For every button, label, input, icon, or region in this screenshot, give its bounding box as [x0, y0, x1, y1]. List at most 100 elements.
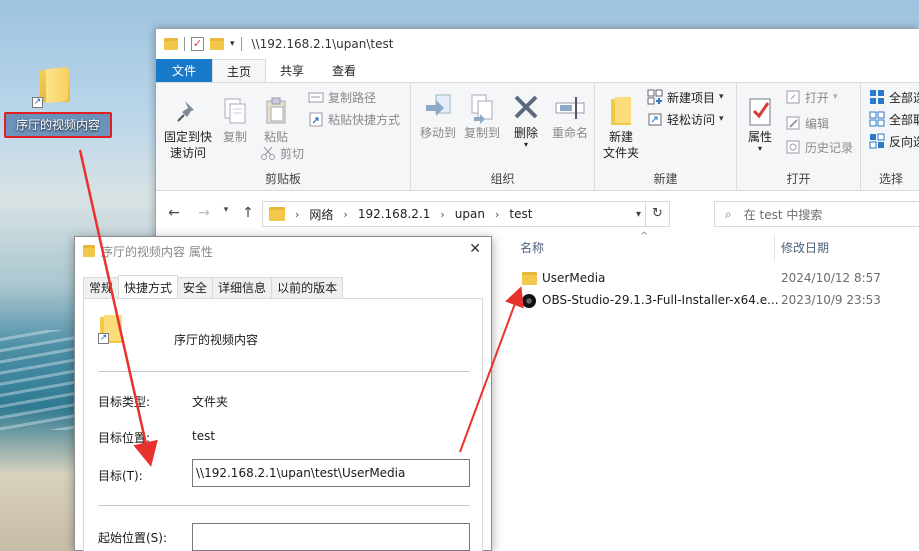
easy-access-icon	[647, 111, 663, 127]
chevron-right-icon: ›	[343, 207, 348, 221]
new-folder-quick-icon[interactable]	[210, 38, 224, 50]
invert-selection-icon	[869, 133, 885, 149]
divider	[98, 505, 470, 506]
breadcrumb-host[interactable]: 192.168.2.1	[358, 207, 431, 221]
title-bar: ✓ ▾ \\192.168.2.1\upan\test	[156, 29, 919, 59]
edit-button[interactable]: 编辑	[785, 113, 829, 133]
tab-share[interactable]: 共享	[266, 59, 318, 82]
folder-icon	[83, 245, 95, 257]
file-date: 2024/10/12 8:57	[781, 271, 881, 285]
quick-access-dropdown-icon[interactable]: ▾	[230, 39, 235, 49]
tab-security[interactable]: 安全	[177, 277, 214, 299]
pin-quick-access-button[interactable]: 固定到快 速访问	[162, 95, 214, 161]
target-location-label: 目标位置:	[98, 431, 151, 445]
open-label: 打开	[805, 90, 830, 105]
properties-icon	[744, 95, 776, 127]
delete-button[interactable]: 删除 ▾	[507, 91, 545, 149]
ribbon-tabs: 文件 主页 共享 查看	[156, 59, 919, 83]
new-folder-button[interactable]: 新建 文件夹	[599, 95, 643, 161]
open-icon	[785, 89, 801, 105]
move-to-button[interactable]: 移动到	[415, 91, 461, 141]
target-type-value: 文件夹	[192, 395, 229, 409]
desktop-shortcut[interactable]: ↗ 序厅的视频内容	[4, 64, 112, 140]
copy-path-button[interactable]: 复制路径	[308, 87, 376, 107]
tab-shortcut[interactable]: 快捷方式	[118, 275, 179, 299]
paste-shortcut-label: 粘贴快捷方式	[328, 112, 401, 127]
copy-path-icon	[308, 89, 324, 105]
chevron-right-icon: ›	[295, 207, 300, 221]
paste-shortcut-icon	[308, 111, 324, 127]
search-box[interactable]: ⌕ 在 test 中搜索	[714, 201, 919, 227]
recent-locations-icon[interactable]: ▾	[216, 205, 236, 215]
breadcrumb-test[interactable]: test	[509, 207, 532, 221]
divider	[98, 371, 470, 372]
up-arrow-icon[interactable]: ↑	[238, 205, 258, 221]
tab-file[interactable]: 文件	[156, 59, 213, 82]
file-row[interactable]: UserMedia 2024/10/12 8:57	[520, 269, 919, 289]
breadcrumb-network[interactable]: 网络	[309, 206, 333, 223]
dialog-title: 序厅的视频内容 属性	[101, 244, 213, 259]
folder-icon	[40, 66, 70, 104]
dialog-title-bar: 序厅的视频内容 属性	[75, 237, 491, 265]
file-name: OBS-Studio-29.1.3-Full-Installer-x64.e..…	[542, 293, 779, 307]
copy-to-button[interactable]: 复制到	[459, 91, 505, 141]
close-icon[interactable]: ✕	[469, 241, 481, 257]
target-field[interactable]	[192, 459, 470, 487]
select-group: 全部选 全部取 反向选 选择	[861, 83, 919, 191]
forward-arrow-icon[interactable]: →	[194, 205, 214, 221]
tab-previous-versions[interactable]: 以前的版本	[271, 277, 344, 299]
new-group: 新建 文件夹 新建项目 ▾ 轻松访问 ▾ 新建	[595, 83, 737, 191]
edit-label: 编辑	[805, 116, 830, 131]
tab-home[interactable]: 主页	[212, 59, 267, 82]
cut-button[interactable]: 剪切	[260, 143, 304, 163]
open-group: 属性 ▾ 打开 ▾ 编辑 历史记录 打开	[737, 83, 861, 191]
history-button[interactable]: 历史记录	[785, 137, 853, 157]
invert-selection-button[interactable]: 反向选	[869, 131, 919, 151]
folder-icon	[269, 207, 285, 221]
target-label: 目标(T):	[98, 469, 143, 483]
search-placeholder: 在 test 中搜索	[743, 207, 823, 222]
select-none-icon	[869, 111, 885, 127]
move-to-label: 移动到	[419, 126, 456, 140]
pin-icon	[172, 95, 204, 127]
paste-icon	[260, 95, 292, 127]
select-all-button[interactable]: 全部选	[869, 87, 919, 107]
history-label: 历史记录	[805, 140, 854, 155]
tab-details[interactable]: 详细信息	[212, 277, 273, 299]
properties-button[interactable]: 属性 ▾	[743, 95, 777, 153]
copy-to-label: 复制到	[463, 126, 500, 140]
new-item-button[interactable]: 新建项目 ▾	[647, 87, 724, 107]
easy-access-button[interactable]: 轻松访问 ▾	[647, 109, 724, 129]
refresh-icon[interactable]: ↻	[645, 202, 669, 226]
open-button[interactable]: 打开 ▾	[785, 87, 838, 107]
shortcut-arrow-icon: ↗	[32, 97, 43, 108]
column-divider[interactable]	[774, 235, 775, 261]
properties-quick-icon[interactable]: ✓	[191, 37, 204, 51]
scissors-icon	[260, 145, 276, 161]
file-row[interactable]: OBS-Studio-29.1.3-Full-Installer-x64.e..…	[520, 291, 919, 311]
paste-button[interactable]: 粘贴	[256, 95, 296, 145]
properties-label: 属性	[747, 130, 772, 144]
column-header-modified[interactable]: 修改日期	[781, 239, 829, 256]
start-in-field[interactable]	[192, 523, 470, 551]
rename-button[interactable]: 重命名	[547, 91, 593, 141]
select-none-button[interactable]: 全部取	[869, 109, 919, 129]
chevron-right-icon: ›	[440, 207, 445, 221]
organize-group: 移动到 复制到 删除 ▾ 重命名 组织	[411, 83, 595, 191]
move-to-icon	[422, 91, 454, 123]
tab-view[interactable]: 查看	[318, 59, 370, 82]
shortcut-name: 序厅的视频内容	[174, 333, 259, 347]
paste-shortcut-button[interactable]: 粘贴快捷方式	[308, 109, 400, 129]
address-bar[interactable]: › 网络 › 192.168.2.1 › upan › test ▾ ↻	[262, 201, 670, 227]
back-arrow-icon[interactable]: ←	[164, 205, 184, 221]
breadcrumb-upan[interactable]: upan	[455, 207, 485, 221]
rename-label: 重命名	[551, 126, 588, 140]
new-folder-label-line1: 新建	[608, 130, 633, 144]
column-header-name[interactable]: 名称	[520, 239, 544, 256]
address-dropdown-icon[interactable]: ▾	[636, 209, 641, 220]
new-folder-icon	[605, 95, 637, 127]
tab-general[interactable]: 常规	[83, 277, 120, 299]
copy-button[interactable]: 复制	[216, 95, 254, 145]
chevron-down-icon: ▾	[719, 92, 724, 102]
select-all-icon	[869, 89, 885, 105]
